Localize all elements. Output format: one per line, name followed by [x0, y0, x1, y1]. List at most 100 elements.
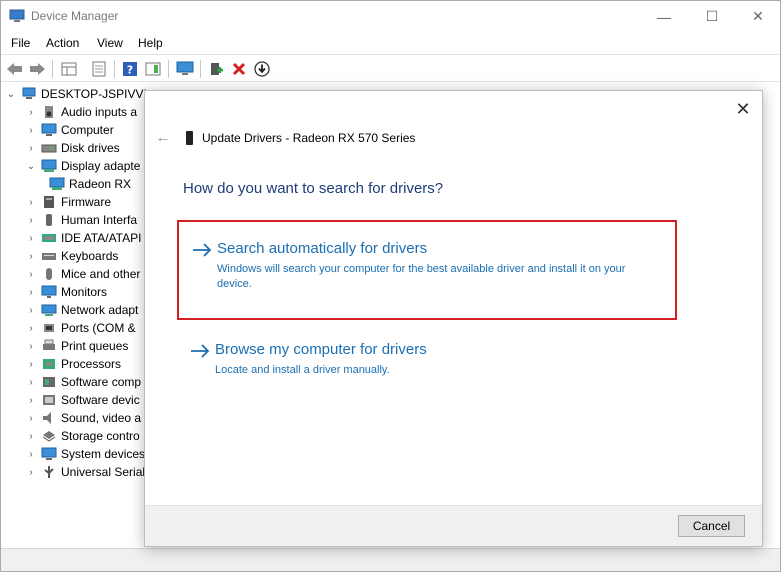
- tree-item-label: Network adapt: [61, 303, 139, 317]
- usb-icon: [44, 466, 54, 478]
- chevron-right-icon[interactable]: ›: [25, 427, 37, 445]
- keyboard-icon: [42, 253, 56, 260]
- storage-icon: [42, 431, 56, 442]
- chevron-right-icon[interactable]: ›: [25, 319, 37, 337]
- tree-item-label: Audio inputs a: [61, 105, 138, 119]
- sound-icon: [43, 412, 51, 424]
- tree-category-item[interactable]: › Mice and other: [25, 265, 140, 283]
- chevron-right-icon[interactable]: ›: [25, 283, 37, 301]
- menu-help[interactable]: Help: [138, 36, 163, 50]
- tree-category-item[interactable]: › Sound, video a: [25, 409, 141, 427]
- tree-item-label: Software devic: [61, 393, 140, 407]
- toolbar: ?: [1, 54, 780, 82]
- tree-category-item[interactable]: › Storage contro: [25, 427, 139, 445]
- chevron-right-icon[interactable]: ›: [25, 373, 37, 391]
- cancel-button[interactable]: Cancel: [678, 515, 745, 537]
- tree-category-item[interactable]: › Ports (COM &: [25, 319, 135, 337]
- chevron-right-icon[interactable]: ›: [25, 211, 37, 229]
- chevron-right-icon[interactable]: ›: [25, 103, 37, 121]
- tree-category-item[interactable]: › Disk drives: [25, 139, 120, 157]
- chevron-down-icon[interactable]: ⌄: [25, 157, 37, 175]
- action-pane-icon[interactable]: [143, 59, 163, 79]
- properties-grid-icon[interactable]: [59, 59, 79, 79]
- printer-icon: [43, 339, 55, 350]
- tree-category-item[interactable]: ⌄ Display adapte: [25, 157, 141, 175]
- chevron-right-icon[interactable]: ›: [25, 337, 37, 355]
- tree-category-item[interactable]: › Network adapt: [25, 301, 138, 319]
- network-icon: [41, 304, 57, 316]
- update-driver-icon[interactable]: [252, 59, 272, 79]
- chevron-right-icon[interactable]: ›: [25, 121, 37, 139]
- tree-item-label: Keyboards: [61, 249, 119, 263]
- option-title: Browse my computer for drivers: [215, 341, 427, 358]
- chevron-right-icon[interactable]: ›: [25, 193, 37, 211]
- chevron-right-icon[interactable]: ›: [25, 247, 37, 265]
- tree-item-label: Software comp: [61, 375, 142, 389]
- menu-bar: File Action View Help: [1, 32, 780, 54]
- option-description: Windows will search your computer for th…: [217, 263, 626, 290]
- device-manager-window: Device Manager — ☐ ✕ File Action View He…: [0, 0, 781, 572]
- tree-item-label: System devices: [61, 447, 146, 461]
- toolbar-separator: [52, 60, 53, 78]
- tree-category-item[interactable]: › IDE ATA/ATAPI: [25, 229, 141, 247]
- menu-file[interactable]: File: [11, 36, 30, 50]
- minimize-button[interactable]: —: [641, 1, 687, 32]
- show-hidden-icon[interactable]: [89, 59, 109, 79]
- processor-icon: [43, 359, 55, 369]
- menu-action[interactable]: Action: [46, 36, 79, 50]
- search-automatically-option[interactable]: Search automatically for drivers Windows…: [177, 220, 677, 320]
- close-window-button[interactable]: ✕: [735, 1, 781, 32]
- update-drivers-dialog: ✕ ← Update Drivers - Radeon RX 570 Serie…: [144, 90, 763, 547]
- chevron-right-icon[interactable]: ›: [25, 391, 37, 409]
- tree-category-item[interactable]: › Universal Serial: [25, 463, 145, 481]
- tree-category-item[interactable]: › Human Interfa: [25, 211, 137, 229]
- tree-root[interactable]: ⌄ DESKTOP-JSPIVVN: [5, 85, 146, 103]
- chevron-right-icon[interactable]: ›: [25, 355, 37, 373]
- dialog-close-button[interactable]: ✕: [731, 97, 755, 121]
- ide-icon: [42, 234, 56, 242]
- tree-category-item[interactable]: › Processors: [25, 355, 121, 373]
- chevron-right-icon[interactable]: ›: [25, 301, 37, 319]
- tree-category-item[interactable]: › Firmware: [25, 193, 111, 211]
- computer-icon: [22, 87, 36, 99]
- tree-category-item[interactable]: › Audio inputs a: [25, 103, 137, 121]
- back-arrow-button[interactable]: ←: [153, 129, 173, 146]
- tree-item-label: Computer: [61, 123, 114, 137]
- dialog-title: Update Drivers - Radeon RX 570 Series: [202, 131, 416, 145]
- chevron-right-icon[interactable]: ›: [25, 445, 37, 463]
- uninstall-icon[interactable]: [229, 59, 249, 79]
- toolbar-separator: [168, 60, 169, 78]
- chevron-right-icon[interactable]: ›: [25, 229, 37, 247]
- tree-category-item[interactable]: › System devices: [25, 445, 145, 463]
- tree-item-label: Disk drives: [61, 141, 120, 155]
- back-arrow-icon[interactable]: [5, 59, 25, 79]
- arrow-right-icon: [191, 344, 210, 358]
- tree-category-item[interactable]: › Computer: [25, 121, 114, 139]
- monitor-scan-icon[interactable]: [175, 59, 195, 79]
- add-driver-icon[interactable]: [206, 59, 226, 79]
- maximize-button[interactable]: ☐: [689, 1, 735, 32]
- dialog-footer: Cancel: [145, 505, 762, 546]
- mouse-icon: [46, 268, 52, 280]
- browse-computer-option[interactable]: Browse my computer for drivers Locate an…: [177, 337, 677, 387]
- chevron-right-icon[interactable]: ›: [25, 265, 37, 283]
- chevron-right-icon[interactable]: ›: [25, 139, 37, 157]
- tree-category-item[interactable]: › Monitors: [25, 283, 107, 301]
- tree-item-label: Processors: [61, 357, 122, 371]
- chevron-down-icon[interactable]: ⌄: [5, 85, 17, 103]
- tree-category-item[interactable]: › Software devic: [25, 391, 140, 409]
- chevron-right-icon[interactable]: ›: [25, 463, 37, 481]
- menu-view[interactable]: View: [97, 36, 123, 50]
- display-adapter-icon: [41, 159, 57, 172]
- status-bar: [1, 548, 780, 571]
- chevron-right-icon[interactable]: ›: [25, 409, 37, 427]
- tree-category-item[interactable]: › Print queues: [25, 337, 128, 355]
- tree-child-item[interactable]: Radeon RX: [45, 175, 131, 193]
- help-icon[interactable]: ?: [120, 59, 140, 79]
- device-manager-icon: [9, 9, 25, 22]
- graphics-card-icon: [186, 131, 193, 145]
- tree-category-item[interactable]: › Keyboards: [25, 247, 118, 265]
- tree-category-item[interactable]: › Software comp: [25, 373, 141, 391]
- tree-root-label: DESKTOP-JSPIVVN: [41, 87, 146, 101]
- forward-arrow-icon[interactable]: [27, 59, 47, 79]
